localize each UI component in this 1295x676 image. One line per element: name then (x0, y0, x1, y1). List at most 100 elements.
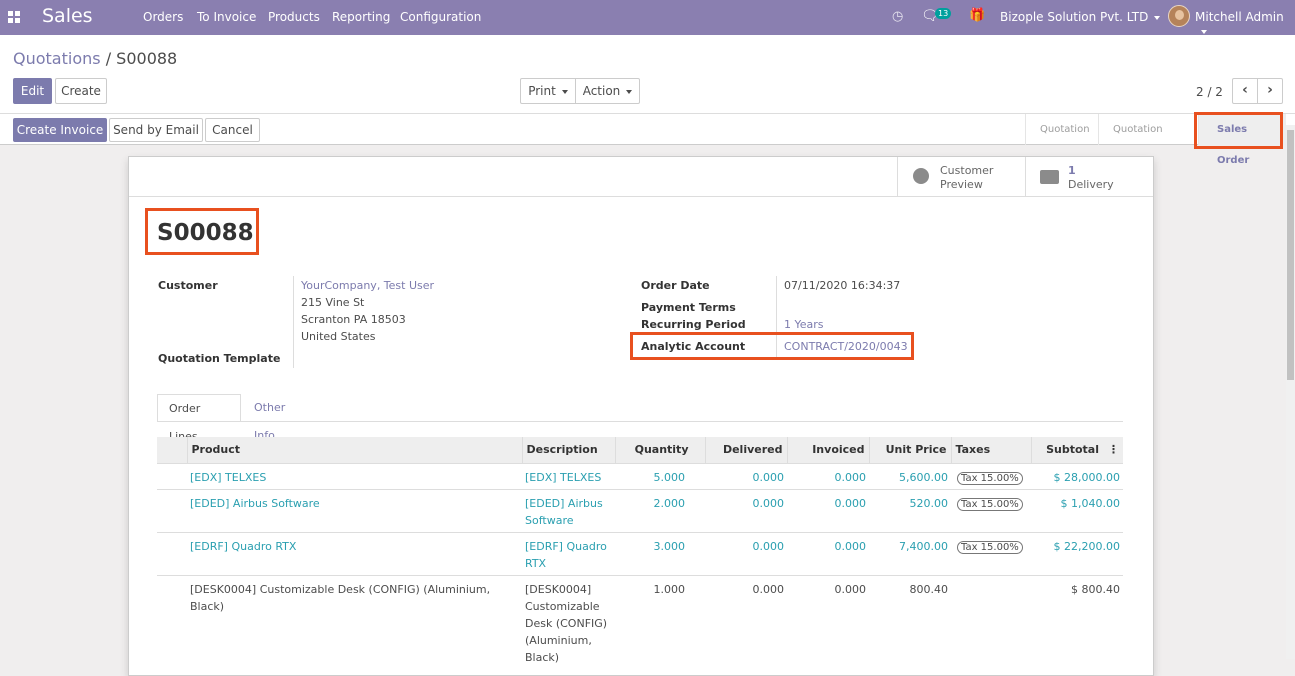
menu-to-invoice[interactable]: To Invoice (197, 10, 256, 24)
cell-subtotal: $ 28,000.00 (1031, 462, 1123, 489)
cell-quantity[interactable]: 3.000 (615, 531, 705, 575)
edit-button[interactable]: Edit (13, 78, 52, 104)
cell-taxes[interactable]: Tax 15.00% (951, 462, 1031, 489)
highlight-box (630, 332, 914, 360)
apps-menu-icon[interactable] (8, 11, 20, 23)
optional-columns-icon[interactable]: ⋮ (1108, 443, 1119, 456)
cell-invoiced[interactable]: 0.000 (787, 462, 869, 489)
action-dropdown[interactable]: Action (575, 78, 640, 104)
cell-unit-price[interactable]: 7,400.00 (869, 531, 951, 575)
breadcrumb: Quotations / S00088 (13, 49, 177, 68)
highlight-box (1194, 112, 1283, 149)
scrollbar[interactable] (1286, 125, 1295, 659)
cell-unit-price[interactable]: 800.40 (869, 574, 951, 669)
chat-count-badge: 13 (935, 8, 952, 19)
cell-description[interactable]: [DESK0004] Customizable Desk (CONFIG) (A… (522, 574, 615, 669)
cell-unit-price[interactable]: 520.00 (869, 488, 951, 532)
user-name: Mitchell Admin (1195, 10, 1284, 24)
cell-product[interactable]: [EDRF] Quadro RTX (187, 531, 522, 575)
cell-taxes[interactable]: Tax 15.00% (951, 488, 1031, 532)
top-navbar: Sales Orders To Invoice Products Reporti… (0, 0, 1295, 35)
cell-quantity[interactable]: 5.000 (615, 462, 705, 489)
avatar[interactable] (1168, 5, 1190, 27)
cell-delivered[interactable]: 0.000 (705, 462, 787, 489)
create-button[interactable]: Create (55, 78, 107, 104)
col-invoiced[interactable]: Invoiced (787, 437, 870, 463)
handle-column (157, 437, 188, 463)
menu-orders[interactable]: Orders (143, 10, 183, 24)
table-row[interactable]: [DESK0004] Customizable Desk (CONFIG) (A… (157, 574, 1123, 669)
order-date-label: Order Date (641, 279, 710, 292)
tab-order-lines[interactable]: Order Lines (157, 394, 241, 443)
app-name[interactable]: Sales (42, 5, 93, 27)
col-unit-price[interactable]: Unit Price (869, 437, 952, 463)
cell-description[interactable]: [EDX] TELXES (522, 462, 615, 489)
delivery-count: 1 (1068, 164, 1076, 177)
chevron-down-icon (626, 89, 633, 94)
menu-reporting[interactable]: Reporting (332, 10, 390, 24)
scrollbar-thumb[interactable] (1287, 130, 1294, 380)
cell-quantity[interactable]: 1.000 (615, 574, 705, 669)
cell-description[interactable]: [EDED] Airbus Software (522, 488, 615, 532)
pager-previous-button[interactable]: ‹ (1232, 78, 1258, 104)
row-handle (157, 462, 187, 489)
customer-link[interactable]: YourCompany, Test User (301, 279, 434, 292)
menu-configuration[interactable]: Configuration (400, 10, 481, 24)
divider (293, 276, 294, 368)
clock-icon[interactable]: ◷ (892, 9, 903, 24)
create-invoice-button[interactable]: Create Invoice (13, 118, 107, 142)
cell-quantity[interactable]: 2.000 (615, 488, 705, 532)
cell-invoiced[interactable]: 0.000 (787, 574, 869, 669)
preview-label-1: Customer (940, 164, 994, 177)
recurring-period-link[interactable]: 1 Years (784, 318, 824, 331)
cell-taxes[interactable]: Tax 15.00% (951, 531, 1031, 575)
quotation-template-label: Quotation Template (158, 352, 281, 365)
status-quotation[interactable]: Quotation (1025, 114, 1098, 145)
cell-subtotal: $ 800.40 (1031, 574, 1123, 669)
table-row[interactable]: [EDED] Airbus Software [EDED] Airbus Sof… (157, 488, 1123, 532)
row-handle (157, 574, 187, 669)
cell-delivered[interactable]: 0.000 (705, 574, 787, 669)
tab-other-info[interactable]: Other Info (243, 394, 296, 442)
cell-product[interactable]: [EDX] TELXES (187, 462, 522, 489)
send-by-email-button[interactable]: Send by Email (109, 118, 203, 142)
cell-invoiced[interactable]: 0.000 (787, 488, 869, 532)
col-delivered[interactable]: Delivered (705, 437, 788, 463)
cell-taxes[interactable] (951, 574, 1031, 669)
order-lines-table: Product Description Quantity Delivered I… (157, 437, 1123, 669)
chevron-down-icon (561, 89, 568, 94)
chevron-down-icon (1201, 29, 1207, 34)
print-dropdown[interactable]: Print (520, 78, 576, 104)
cancel-button[interactable]: Cancel (205, 118, 260, 142)
cell-delivered[interactable]: 0.000 (705, 488, 787, 532)
cell-delivered[interactable]: 0.000 (705, 531, 787, 575)
chevron-down-icon (1154, 15, 1161, 20)
order-date-value: 07/11/2020 16:34:37 (784, 279, 901, 292)
globe-icon (913, 168, 929, 184)
divider (157, 421, 1123, 422)
menu-products[interactable]: Products (268, 10, 320, 24)
customer-preview-button[interactable]: Customer Preview (897, 157, 1026, 197)
cell-subtotal: $ 22,200.00 (1031, 531, 1123, 575)
gift-icon[interactable]: 🎁 (969, 8, 985, 23)
customer-address-line1: 215 Vine St (301, 296, 365, 309)
cell-description[interactable]: [EDRF] Quadro RTX (522, 531, 615, 575)
user-menu[interactable]: Mitchell Admin (1195, 10, 1295, 38)
pager-next-button[interactable]: › (1257, 78, 1283, 104)
col-product[interactable]: Product (187, 437, 523, 463)
delivery-button[interactable]: 1 Delivery (1025, 157, 1153, 197)
table-row[interactable]: [EDX] TELXES [EDX] TELXES 5.000 0.000 0.… (157, 462, 1123, 489)
col-quantity[interactable]: Quantity (615, 437, 706, 463)
cell-product[interactable]: [DESK0004] Customizable Desk (CONFIG) (A… (187, 574, 522, 669)
cell-unit-price[interactable]: 5,600.00 (869, 462, 951, 489)
row-handle (157, 531, 187, 575)
col-description[interactable]: Description (522, 437, 616, 463)
cell-product[interactable]: [EDED] Airbus Software (187, 488, 522, 532)
col-taxes[interactable]: Taxes (951, 437, 1032, 463)
breadcrumb-quotations[interactable]: Quotations (13, 49, 101, 68)
cell-invoiced[interactable]: 0.000 (787, 531, 869, 575)
table-row[interactable]: [EDRF] Quadro RTX [EDRF] Quadro RTX 3.00… (157, 531, 1123, 575)
col-subtotal[interactable]: Subtotal ⋮ (1031, 437, 1123, 463)
company-switcher[interactable]: Bizople Solution Pvt. LTD (1000, 10, 1161, 24)
status-quotation-sent[interactable]: Quotation Sent (1098, 114, 1198, 166)
